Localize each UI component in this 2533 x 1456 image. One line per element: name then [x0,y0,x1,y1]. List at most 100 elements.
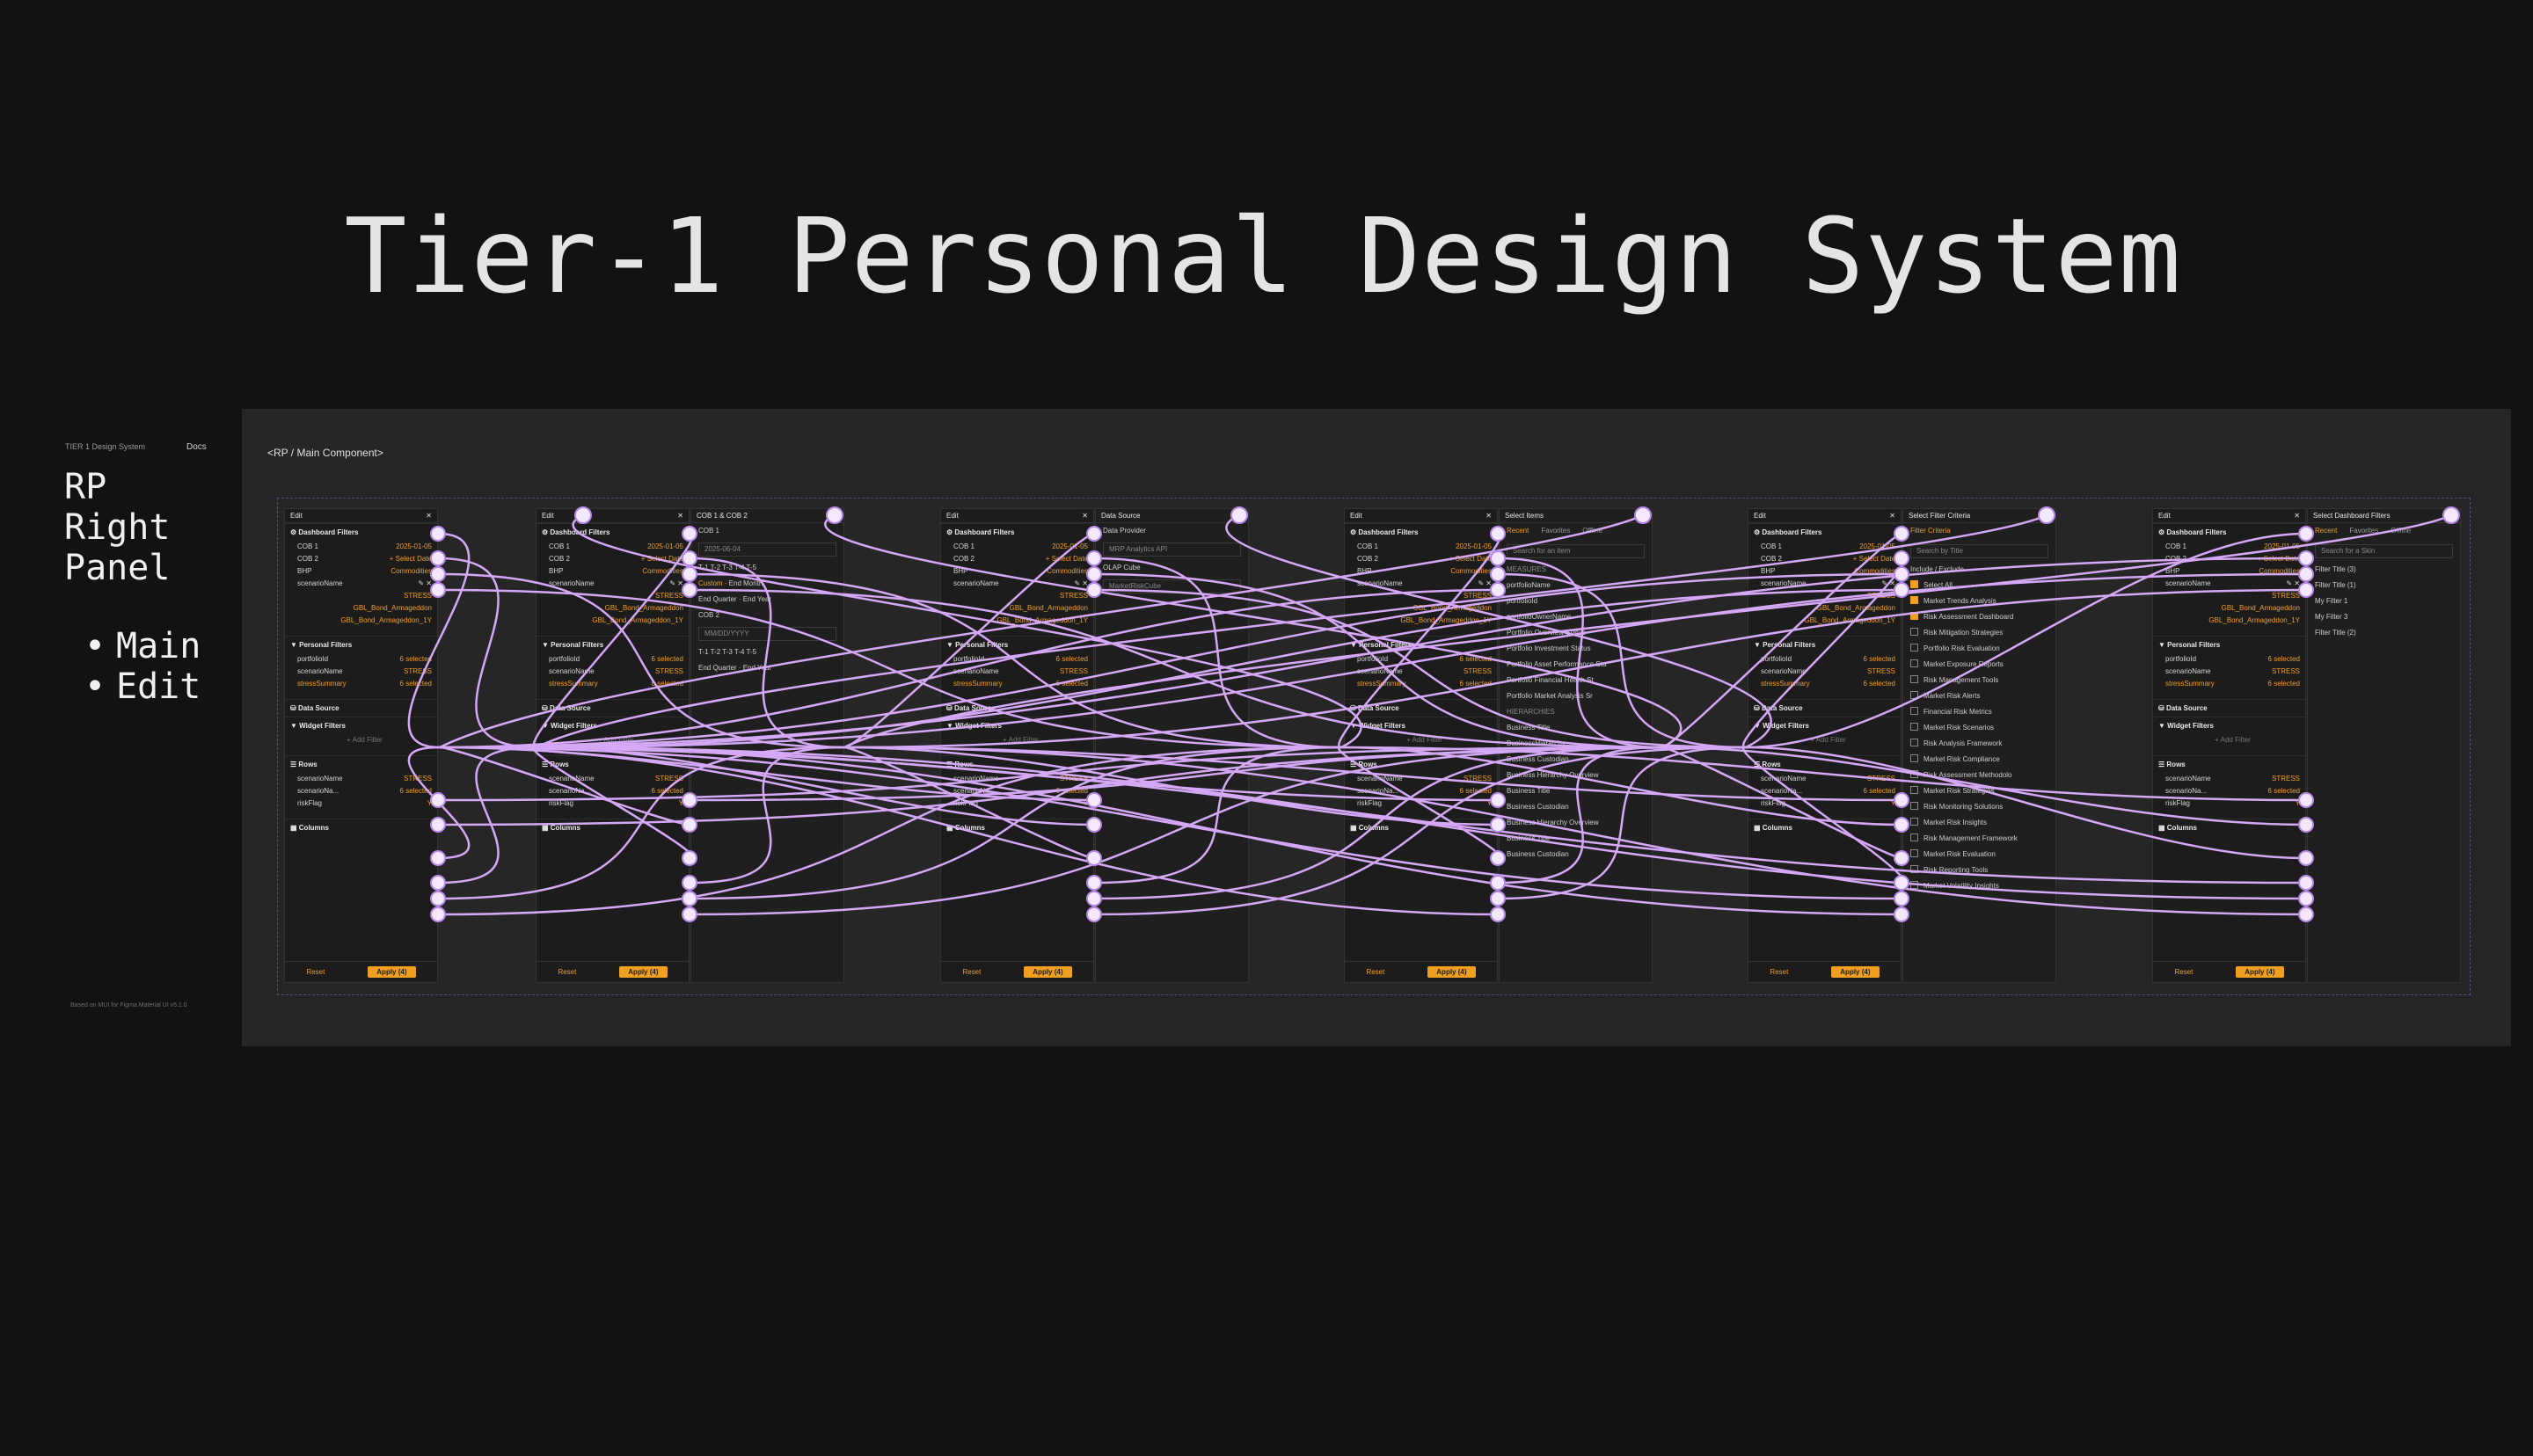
dashboard-filters-section[interactable]: ⚙ Dashboard Filters [2153,523,2305,541]
list-item[interactable]: portfolioId [1500,593,1652,609]
list-item[interactable]: Market Trends Analysis [1903,593,2055,609]
list-item[interactable]: Market Risk Insights [1903,815,2055,831]
portfolio-row[interactable]: portfolioId 6 selected [941,653,1093,666]
list-item[interactable]: Filter Title (3) [2308,562,2460,578]
rows-item[interactable]: riskFlag Y [1748,797,1901,810]
dashboard-filters-section[interactable]: ⚙ Dashboard Filters [941,523,1093,541]
list-item[interactable]: Filter Title (1) [2308,578,2460,593]
add-filter-button[interactable]: + Add Filter [941,734,1093,746]
rows-item[interactable]: scenarioNa... 6 selected [1748,785,1901,797]
rows-section[interactable]: ☰ Rows [1748,755,1901,773]
dashboard-filters-section[interactable]: ⚙ Dashboard Filters [1748,523,1901,541]
dashboard-filters-section[interactable]: ⚙ Dashboard Filters [285,523,437,541]
tab-offline[interactable]: Offline [2391,527,2411,537]
scenario-row[interactable]: scenarioName ✎ ✕ [941,578,1093,590]
rows-item[interactable]: scenarioName STRESS [1748,773,1901,785]
cob2-row[interactable]: COB 2 + Select Date [285,553,437,565]
t-offset-options[interactable]: T-1 T-2 T-3 T-4 T-5 [691,560,843,576]
list-item[interactable]: Portfolio Financial Health St [1500,673,1652,688]
bhp-row[interactable]: BHP Commodities [285,565,437,578]
close-icon[interactable]: ✕ [426,512,432,520]
close-icon[interactable]: ✕ [677,512,683,520]
data-source-section[interactable]: ⛁ Data Source [1748,699,1901,717]
scenario-row[interactable]: scenarioName STRESS [941,666,1093,678]
personal-filters-section[interactable]: ▼ Personal Filters [537,636,689,653]
list-item[interactable]: Risk Assessment Methodolo [1903,768,2055,783]
list-item[interactable]: Business Title [1500,783,1652,799]
rows-section[interactable]: ☰ Rows [537,755,689,773]
tab-recent[interactable]: Recent [2315,527,2337,537]
rows-section[interactable]: ☰ Rows [1345,755,1497,773]
list-item[interactable]: Portfolio Asset Performance Sta [1500,657,1652,673]
dashboard-filters-section[interactable]: ⚙ Dashboard Filters [537,523,689,541]
list-item[interactable]: Business Title [1500,831,1652,847]
columns-section[interactable]: ▦ Columns [285,819,437,836]
cob1-row[interactable]: COB 1 2025-01-05 [537,541,689,553]
edit-icon[interactable]: ✎ ✕ [1478,578,1492,590]
personal-filters-section[interactable]: ▼ Personal Filters [1748,636,1901,653]
widget-filters-section[interactable]: ▼ Widget Filters [2153,717,2305,734]
list-item[interactable]: Market Risk Scenarios [1903,720,2055,736]
list-item[interactable]: Business Hierarchy Overview [1500,815,1652,831]
stress-summary-row[interactable]: stressSummary 6 selected [1345,678,1497,690]
bhp-row[interactable]: BHP Commodities [1748,565,1901,578]
bhp-row[interactable]: BHP Commodities [941,565,1093,578]
rows-item[interactable]: riskFlag Y [941,797,1093,810]
include-exclude-toggle[interactable]: Include / Exclude [1903,562,2055,578]
personal-filters-section[interactable]: ▼ Personal Filters [1345,636,1497,653]
custom-radio[interactable]: Custom · End Month [691,576,843,592]
search-input[interactable]: Search for an item [1507,544,1645,558]
tab-favorites[interactable]: Favorites [1541,527,1570,537]
columns-section[interactable]: ▦ Columns [1345,819,1497,836]
stress-summary-row[interactable]: stressSummary 6 selected [285,678,437,690]
tab-recent[interactable]: Recent [1507,527,1529,537]
add-filter-button[interactable]: + Add Filter [537,734,689,746]
list-item[interactable]: Portfolio Market Analysis Sr [1500,688,1652,704]
rows-item[interactable]: scenarioName STRESS [2153,773,2305,785]
search-input[interactable]: Search for a Skin [2315,544,2453,558]
widget-filters-section[interactable]: ▼ Widget Filters [1345,717,1497,734]
cob2-row[interactable]: COB 2 + Select Date [941,553,1093,565]
scenario-row[interactable]: scenarioName STRESS [2153,666,2305,678]
rows-item[interactable]: scenarioName STRESS [1345,773,1497,785]
rows-item[interactable]: scenarioNa... 6 selected [285,785,437,797]
rows-item[interactable]: scenarioNa... 6 selected [537,785,689,797]
portfolio-row[interactable]: portfolioId 6 selected [1345,653,1497,666]
bhp-row[interactable]: BHP Commodities [537,565,689,578]
list-item[interactable]: My Filter 3 [2308,609,2460,625]
cob2-date-input[interactable]: MM/DD/YYYY [698,627,836,641]
widget-filters-section[interactable]: ▼ Widget Filters [285,717,437,734]
apply-button[interactable]: Apply (4) [1024,966,1072,978]
apply-button[interactable]: Apply (4) [1427,966,1476,978]
list-item[interactable]: Business Hierarchy Overview [1500,768,1652,783]
close-icon[interactable]: ✕ [2294,512,2300,520]
list-item[interactable]: Market Exposure Reports [1903,657,2055,673]
stress-summary-row[interactable]: stressSummary 6 selected [537,678,689,690]
reset-button[interactable]: Reset [558,968,576,976]
apply-button[interactable]: Apply (4) [619,966,668,978]
bhp-row[interactable]: BHP Commodities [1345,565,1497,578]
list-item[interactable]: Risk Management Tools [1903,673,2055,688]
columns-section[interactable]: ▦ Columns [537,819,689,836]
list-item[interactable]: Filter Title (2) [2308,625,2460,641]
cob1-date-input[interactable]: 2025-06-04 [698,542,836,557]
data-source-section[interactable]: ⛁ Data Source [285,699,437,717]
list-item[interactable]: Portfolio Overview Status [1500,625,1652,641]
rows-section[interactable]: ☰ Rows [941,755,1093,773]
portfolio-row[interactable]: portfolioId 6 selected [285,653,437,666]
reset-button[interactable]: Reset [1366,968,1384,976]
list-item[interactable]: Portfolio Risk Evaluation [1903,641,2055,657]
rows-section[interactable]: ☰ Rows [2153,755,2305,773]
list-item[interactable]: My Filter 1 [2308,593,2460,609]
apply-button[interactable]: Apply (4) [1831,966,1880,978]
rows-item[interactable]: riskFlag Y [537,797,689,810]
scenario-row[interactable]: scenarioName ✎ ✕ [1748,578,1901,590]
scenario-row[interactable]: scenarioName ✎ ✕ [285,578,437,590]
tab-offline[interactable]: Offline [1582,527,1602,537]
widget-filters-section[interactable]: ▼ Widget Filters [1748,717,1901,734]
rows-item[interactable]: scenarioNa... 6 selected [1345,785,1497,797]
add-filter-button[interactable]: + Add Filter [285,734,437,746]
columns-section[interactable]: ▦ Columns [1748,819,1901,836]
select-all-checkbox[interactable]: Select All [1903,578,2055,593]
edit-icon[interactable]: ✎ ✕ [2286,578,2300,590]
